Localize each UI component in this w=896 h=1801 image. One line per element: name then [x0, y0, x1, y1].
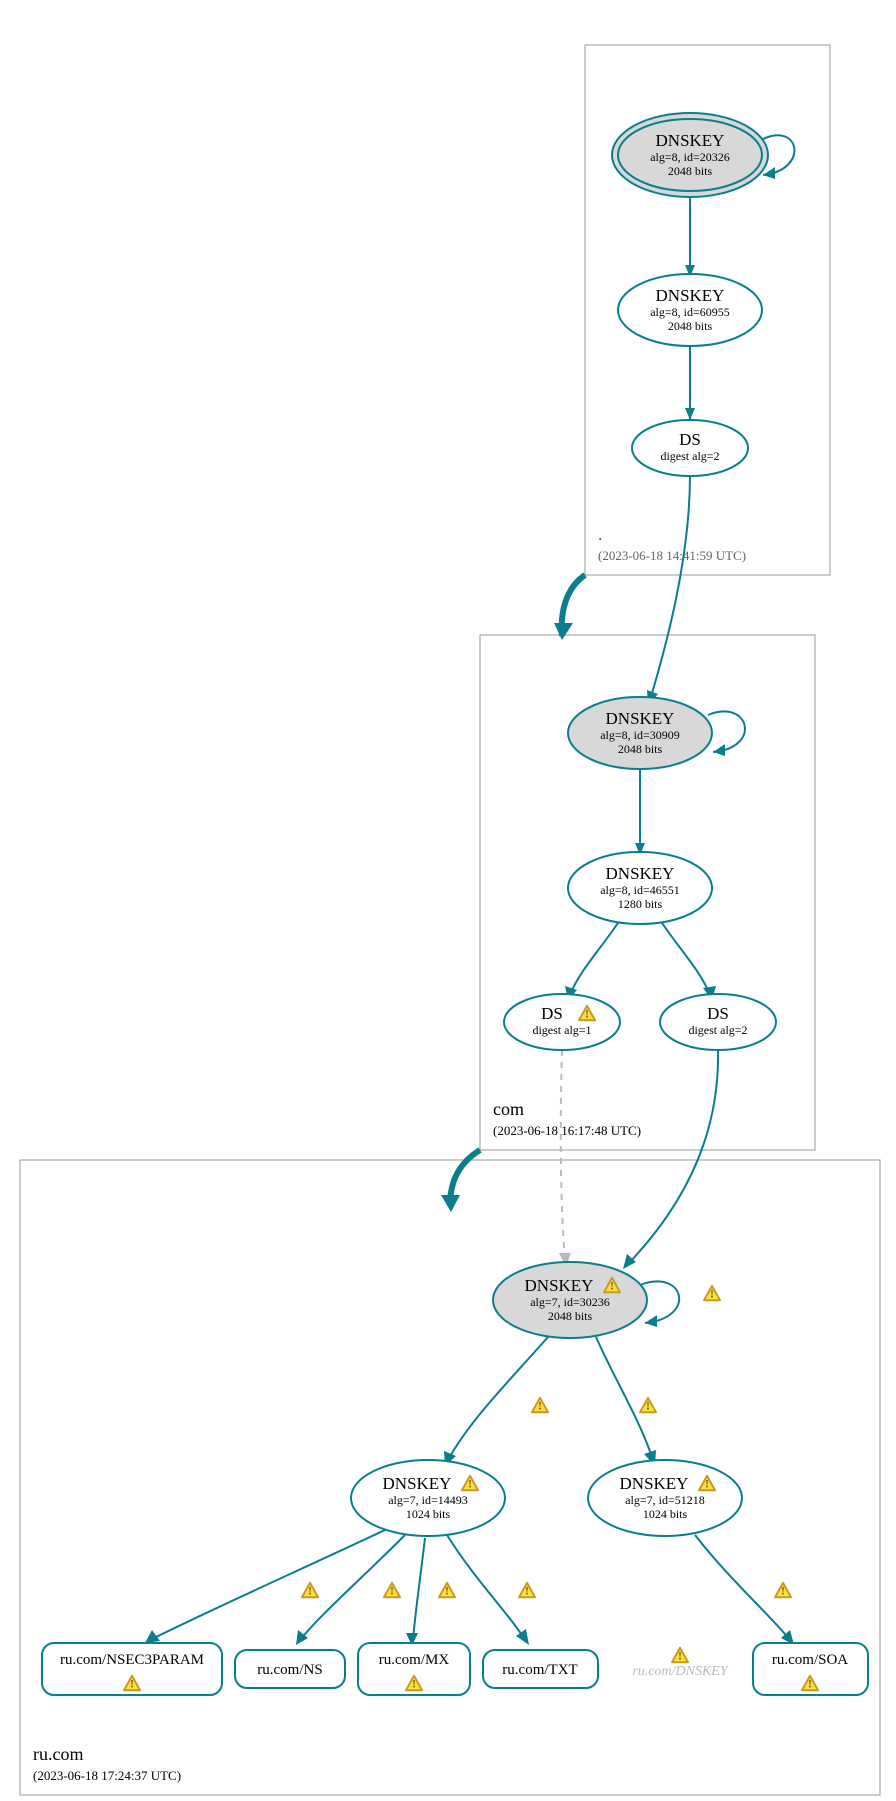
- svg-text:DNSKEY: DNSKEY: [606, 864, 675, 883]
- svg-text:com: com: [493, 1099, 524, 1119]
- svg-text:alg=8, id=30909: alg=8, id=30909: [600, 728, 680, 742]
- node-ru-zsk-a[interactable]: DNSKEY alg=7, id=14493 1024 bits: [351, 1460, 505, 1536]
- svg-text:!: !: [308, 1584, 312, 1598]
- svg-text:alg=7, id=14493: alg=7, id=14493: [388, 1493, 468, 1507]
- edge-ds1-to-ruksk: [561, 1050, 565, 1260]
- svg-text:(2023-06-18 14:41:59 UTC): (2023-06-18 14:41:59 UTC): [598, 548, 746, 563]
- zone-rucom-label: ru.com (2023-06-18 17:24:37 UTC): [33, 1744, 181, 1783]
- svg-text:DS: DS: [679, 430, 701, 449]
- svg-text:!: !: [130, 1677, 134, 1691]
- svg-text:ru.com/MX: ru.com/MX: [379, 1652, 450, 1668]
- svg-text:ru.com: ru.com: [33, 1744, 83, 1764]
- svg-text:!: !: [390, 1584, 394, 1598]
- svg-text:!: !: [445, 1584, 449, 1598]
- node-ru-ksk[interactable]: DNSKEY alg=7, id=30236 2048 bits: [493, 1262, 647, 1338]
- svg-text:(2023-06-18 16:17:48 UTC): (2023-06-18 16:17:48 UTC): [493, 1123, 641, 1138]
- svg-text:!: !: [781, 1584, 785, 1598]
- warning-icon: !: [672, 1648, 688, 1663]
- node-rr-ns[interactable]: ru.com/NS: [235, 1650, 345, 1688]
- svg-text:ru.com/SOA: ru.com/SOA: [772, 1652, 848, 1668]
- svg-text:digest alg=1: digest alg=1: [532, 1023, 591, 1037]
- svg-text:!: !: [538, 1399, 542, 1413]
- svg-text:DNSKEY: DNSKEY: [606, 709, 675, 728]
- warning-icon: !: [519, 1583, 535, 1598]
- warning-icon: !: [439, 1583, 455, 1598]
- svg-text:2048 bits: 2048 bits: [548, 1309, 593, 1323]
- node-title: DNSKEY: [656, 131, 725, 150]
- warning-icon: !: [302, 1583, 318, 1598]
- svg-text:!: !: [412, 1677, 416, 1691]
- svg-text:1024 bits: 1024 bits: [643, 1507, 688, 1521]
- warning-icon: !: [704, 1286, 720, 1301]
- svg-text:alg=7, id=30236: alg=7, id=30236: [530, 1295, 610, 1309]
- svg-text:2048 bits: 2048 bits: [618, 742, 663, 756]
- svg-text:!: !: [646, 1399, 650, 1413]
- svg-text:!: !: [705, 1477, 709, 1491]
- svg-text:DNSKEY: DNSKEY: [383, 1474, 452, 1493]
- svg-text:!: !: [468, 1477, 472, 1491]
- node-ru-zsk-b[interactable]: DNSKEY alg=7, id=51218 1024 bits: [588, 1460, 742, 1536]
- svg-text:digest alg=2: digest alg=2: [660, 449, 719, 463]
- node-com-ds1[interactable]: DS digest alg=1: [504, 994, 620, 1050]
- edge-com-ksk-self: [708, 711, 745, 752]
- node-com-ds2[interactable]: DS digest alg=2: [660, 994, 776, 1050]
- svg-text:.: .: [598, 524, 603, 544]
- svg-text:!: !: [610, 1279, 614, 1293]
- warning-icon: !: [384, 1583, 400, 1598]
- svg-text:ru.com/TXT: ru.com/TXT: [502, 1662, 577, 1678]
- svg-text:!: !: [678, 1649, 682, 1663]
- svg-text:DNSKEY: DNSKEY: [656, 286, 725, 305]
- svg-text:2048 bits: 2048 bits: [668, 164, 713, 178]
- svg-text:alg=8, id=46551: alg=8, id=46551: [600, 883, 680, 897]
- svg-text:(2023-06-18 17:24:37 UTC): (2023-06-18 17:24:37 UTC): [33, 1768, 181, 1783]
- svg-text:1024 bits: 1024 bits: [406, 1507, 451, 1521]
- zone-com-label: com (2023-06-18 16:17:48 UTC): [493, 1099, 641, 1138]
- dnssec-graph: DNSKEY alg=8, id=20326 2048 bits DNSKEY …: [0, 0, 896, 1796]
- node-root-zsk[interactable]: DNSKEY alg=8, id=60955 2048 bits: [618, 274, 762, 346]
- warning-icon: !: [775, 1583, 791, 1598]
- svg-text:DS: DS: [541, 1004, 563, 1023]
- svg-text:ru.com/NS: ru.com/NS: [257, 1662, 322, 1678]
- node-com-zsk[interactable]: DNSKEY alg=8, id=46551 1280 bits: [568, 852, 712, 924]
- svg-text:alg=8, id=60955: alg=8, id=60955: [650, 305, 730, 319]
- node-rr-txt[interactable]: ru.com/TXT: [483, 1650, 598, 1688]
- svg-text:alg=8, id=20326: alg=8, id=20326: [650, 150, 730, 164]
- svg-text:alg=7, id=51218: alg=7, id=51218: [625, 1493, 705, 1507]
- svg-text:2048 bits: 2048 bits: [668, 319, 713, 333]
- zone-root-label: . (2023-06-18 14:41:59 UTC): [598, 524, 746, 563]
- svg-text:digest alg=2: digest alg=2: [688, 1023, 747, 1037]
- node-com-ksk[interactable]: DNSKEY alg=8, id=30909 2048 bits: [568, 697, 712, 769]
- svg-text:DNSKEY: DNSKEY: [620, 1474, 689, 1493]
- node-rr-dnskey: ru.com/DNSKEY: [632, 1664, 730, 1679]
- node-root-ds[interactable]: DS digest alg=2: [632, 420, 748, 476]
- warning-icon: !: [640, 1398, 656, 1413]
- node-root-ksk[interactable]: DNSKEY alg=8, id=20326 2048 bits: [612, 113, 768, 197]
- svg-text:DNSKEY: DNSKEY: [525, 1276, 594, 1295]
- svg-text:ru.com/NSEC3PARAM: ru.com/NSEC3PARAM: [60, 1652, 204, 1668]
- svg-text:!: !: [710, 1287, 714, 1301]
- svg-text:DS: DS: [707, 1004, 729, 1023]
- svg-text:!: !: [808, 1677, 812, 1691]
- svg-text:1280 bits: 1280 bits: [618, 897, 663, 911]
- warning-icon: !: [532, 1398, 548, 1413]
- svg-text:!: !: [525, 1584, 529, 1598]
- svg-text:!: !: [585, 1007, 589, 1021]
